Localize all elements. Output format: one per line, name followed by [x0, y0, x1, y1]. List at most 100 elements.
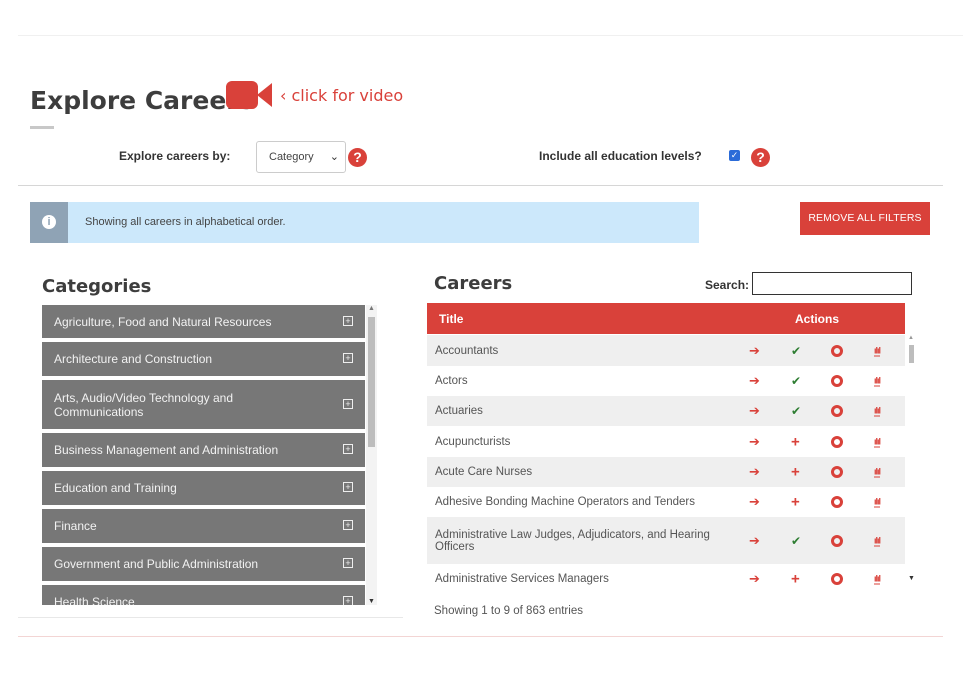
table-row[interactable]: Actors ➔ ✔ ılıl — [427, 366, 905, 396]
lifebuoy-icon[interactable] — [831, 435, 843, 448]
plus-icon[interactable]: + — [791, 571, 800, 588]
career-title[interactable]: Actors — [427, 375, 727, 387]
check-icon[interactable]: ✔ — [791, 534, 801, 548]
bar-chart-icon[interactable]: ılıl — [874, 497, 881, 508]
bottom-divider — [18, 636, 943, 637]
category-label: Architecture and Construction — [54, 352, 213, 366]
lifebuoy-icon[interactable] — [831, 375, 843, 387]
expand-icon[interactable]: + — [343, 398, 353, 409]
career-title[interactable]: Actuaries — [427, 405, 727, 417]
entries-count: Showing 1 to 9 of 863 entries — [434, 605, 583, 617]
category-item[interactable]: Business Management and Administration + — [42, 433, 365, 467]
remove-all-filters-button[interactable]: REMOVE ALL FILTERS — [800, 202, 930, 235]
expand-icon[interactable]: + — [343, 520, 353, 530]
category-label: Arts, Audio/Video Technology and Communi… — [54, 390, 234, 419]
career-title[interactable]: Acupuncturists — [427, 436, 727, 448]
check-icon[interactable]: ✔ — [791, 404, 801, 418]
top-divider — [18, 35, 963, 36]
check-icon[interactable]: ✔ — [791, 374, 801, 388]
category-item[interactable]: Finance + — [42, 509, 365, 543]
search-input[interactable] — [752, 272, 912, 295]
arrow-right-icon[interactable]: ➔ — [749, 343, 760, 359]
help-icon[interactable]: ? — [751, 148, 770, 167]
lifebuoy-icon[interactable] — [831, 534, 843, 547]
help-icon[interactable]: ? — [348, 148, 367, 167]
expand-icon[interactable]: + — [343, 353, 353, 363]
table-row[interactable]: Accountants ➔ ✔ ılıl — [427, 335, 905, 366]
bar-chart-icon[interactable]: ılıl — [874, 574, 881, 585]
table-row[interactable]: Acute Care Nurses ➔ + ılıl — [427, 457, 905, 487]
expand-icon[interactable]: + — [343, 315, 353, 326]
info-icon: i — [42, 215, 56, 229]
lifebuoy-icon[interactable] — [831, 496, 843, 508]
plus-icon[interactable]: + — [791, 433, 800, 450]
career-title[interactable]: Adhesive Bonding Machine Operators and T… — [427, 496, 727, 508]
scroll-up-icon[interactable]: ▲ — [908, 335, 914, 341]
lifebuoy-icon[interactable] — [831, 405, 843, 417]
check-icon[interactable]: ✔ — [791, 344, 801, 358]
expand-icon[interactable]: + — [343, 482, 353, 492]
filter-divider — [18, 185, 943, 186]
category-item[interactable]: Education and Training + — [42, 471, 365, 505]
arrow-right-icon[interactable]: ➔ — [749, 533, 760, 549]
careers-table-body: Accountants ➔ ✔ ılıl Actors ➔ ✔ ılıl Act… — [427, 335, 905, 595]
info-message: Showing all careers in alphabetical orde… — [85, 216, 286, 228]
arrow-right-icon[interactable]: ➔ — [749, 403, 760, 419]
lifebuoy-icon[interactable] — [831, 466, 843, 478]
arrow-right-icon[interactable]: ➔ — [749, 464, 760, 480]
table-row[interactable]: Acupuncturists ➔ + ılıl — [427, 426, 905, 457]
category-item[interactable]: Agriculture, Food and Natural Resources … — [42, 305, 365, 338]
career-title[interactable]: Administrative Law Judges, Adjudicators,… — [427, 529, 727, 553]
table-row[interactable]: Actuaries ➔ ✔ ılıl — [427, 396, 905, 426]
arrow-right-icon[interactable]: ➔ — [749, 434, 760, 450]
explore-by-select[interactable]: Category ⌄ — [256, 141, 346, 173]
category-label: Government and Public Administration — [54, 557, 259, 571]
category-item[interactable]: Government and Public Administration + — [42, 547, 365, 581]
arrow-right-icon[interactable]: ➔ — [749, 373, 760, 389]
categories-heading: Categories — [42, 276, 152, 297]
scroll-up-icon[interactable]: ▲ — [368, 305, 375, 312]
arrow-right-icon[interactable]: ➔ — [749, 494, 760, 510]
category-item[interactable]: Health Science + — [42, 585, 365, 605]
expand-icon[interactable]: + — [343, 596, 353, 605]
category-label: Agriculture, Food and Natural Resources — [54, 314, 272, 329]
category-label: Education and Training — [54, 481, 177, 495]
include-education-checkbox[interactable]: ✓ — [729, 150, 740, 161]
include-education-label: Include all education levels? — [539, 149, 702, 163]
chevron-down-icon: ⌄ — [329, 151, 339, 163]
video-camera-icon[interactable] — [226, 80, 272, 110]
arrow-right-icon[interactable]: ➔ — [749, 571, 760, 587]
lifebuoy-icon[interactable] — [831, 344, 843, 357]
scrollbar-thumb[interactable] — [909, 345, 914, 363]
title-underline — [30, 126, 54, 129]
bar-chart-icon[interactable]: ılıl — [874, 406, 881, 417]
career-title[interactable]: Acute Care Nurses — [427, 466, 727, 478]
scroll-down-icon[interactable]: ▼ — [368, 598, 375, 605]
careers-scrollbar[interactable]: ▲ ▼ — [907, 335, 916, 595]
career-title[interactable]: Accountants — [427, 345, 727, 357]
category-label: Business Management and Administration — [54, 443, 279, 457]
expand-icon[interactable]: + — [343, 558, 353, 568]
expand-icon[interactable]: + — [343, 444, 353, 454]
page-title: Explore Careers — [30, 86, 254, 115]
column-actions: Actions — [795, 312, 840, 326]
column-title[interactable]: Title — [439, 312, 463, 326]
plus-icon[interactable]: + — [791, 494, 800, 511]
table-row[interactable]: Administrative Services Managers ➔ + ılı… — [427, 564, 905, 594]
plus-icon[interactable]: + — [791, 464, 800, 481]
lifebuoy-icon[interactable] — [831, 573, 843, 585]
career-title[interactable]: Administrative Services Managers — [427, 573, 727, 585]
bar-chart-icon[interactable]: ılıl — [874, 467, 881, 478]
bar-chart-icon[interactable]: ılıl — [874, 436, 881, 447]
category-item[interactable]: Arts, Audio/Video Technology and Communi… — [42, 380, 365, 429]
bar-chart-icon[interactable]: ılıl — [874, 345, 881, 356]
scroll-down-icon[interactable]: ▼ — [908, 575, 915, 582]
scrollbar-thumb[interactable] — [368, 317, 375, 447]
table-row[interactable]: Administrative Law Judges, Adjudicators,… — [427, 517, 905, 564]
category-item[interactable]: Architecture and Construction + — [42, 342, 365, 376]
click-for-video-link[interactable]: ‹ click for video — [280, 86, 403, 105]
categories-scrollbar[interactable]: ▲ ▼ — [366, 305, 377, 605]
bar-chart-icon[interactable]: ılıl — [874, 376, 881, 387]
bar-chart-icon[interactable]: ılıl — [874, 535, 881, 546]
table-row[interactable]: Adhesive Bonding Machine Operators and T… — [427, 487, 905, 517]
